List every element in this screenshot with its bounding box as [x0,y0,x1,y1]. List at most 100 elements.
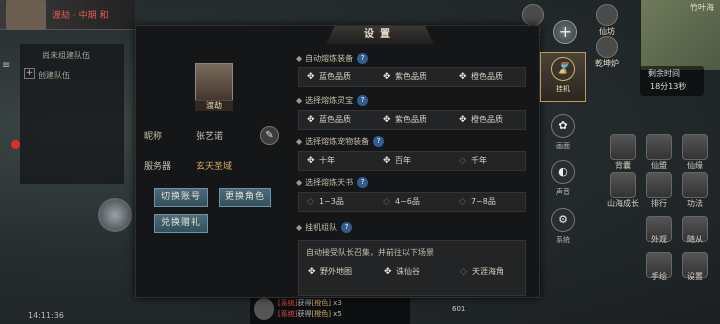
option-label: 橙色品质 [471,72,503,81]
map-name: 竹叶海 [690,3,714,12]
option-orange[interactable]: ✥ 橙色品质 [459,71,503,82]
option-label: 1~3品 [319,197,344,206]
bag-icon[interactable] [610,134,636,160]
skill-icon[interactable] [682,172,708,198]
top-icon-3[interactable]: 乾坤炉 [592,36,622,69]
minimap[interactable]: 竹叶海 [640,0,720,70]
checked-icon: ✥ [459,115,467,125]
option-grade-1-3[interactable]: ◇ 1~3品 [307,196,344,207]
player-avatar[interactable] [6,0,46,30]
switch-role-button[interactable]: 更换角色 [219,188,271,207]
furnace-icon [596,36,618,58]
pencil-icon: ✎ [265,130,274,141]
option-label: 千年 [471,156,487,165]
player-realm: 渡劫 · 中期 和 [52,11,109,21]
checked-icon: ✥ [308,267,316,277]
tab-afk[interactable]: ⌛ 挂机 [540,52,586,102]
option-orange[interactable]: ✥ 橙色品质 [459,114,503,125]
bullet-icon: ◆ [296,178,303,187]
nickname-value: 张艺诺 [196,132,224,142]
afk-hint: 自动接受队长召集，并前往以下场景 [306,248,434,257]
tab-system[interactable]: ⚙ 系统 [540,204,586,254]
help-icon[interactable]: ? [357,53,369,64]
gear-icon: ⚙ [551,208,575,232]
help-icon[interactable]: ? [357,95,369,106]
option-tianya[interactable]: ◇ 天涯海角 [460,266,504,277]
hourglass-icon: ⌛ [551,57,575,81]
option-label: 野外地图 [320,267,352,276]
option-label: 百年 [395,156,411,165]
chat-count: x5 [333,310,342,318]
player-bar[interactable]: 渡劫 · 中期 和 [0,0,135,30]
icon-label: 仙盟 [651,161,667,170]
plus-icon[interactable]: + [24,68,35,79]
section-title: 选择熔炼天书 [305,178,354,187]
chat-tag: [系统] [278,310,298,318]
option-zhuxian-valley[interactable]: ✥ 诛仙谷 [384,266,420,277]
joystick[interactable] [98,198,132,232]
icon-label: 背囊 [615,161,631,170]
top-icon-label: 仙坊 [599,27,615,36]
team-panel: 尚未组建队伍 + 创建队伍 [20,44,124,184]
tab-label: 声音 [556,188,570,196]
option-thousand-years[interactable]: ◇ 千年 [459,155,487,166]
level-readout: 601 [452,305,466,313]
option-purple[interactable]: ✥ 紫色品质 [383,71,427,82]
top-icon-2[interactable]: 仙坊 [592,4,622,37]
option-grade-7-8[interactable]: ◇ 7~8品 [459,196,496,207]
option-grade-4-6[interactable]: ◇ 4~6品 [383,196,420,207]
section-smelt-book: ◆ 选择熔炼天书? [296,177,369,188]
option-label: 橙色品质 [471,115,503,124]
guild-icon[interactable] [646,134,672,160]
chat-feed[interactable]: [系统]获得[橙色] x3 [系统]获得[橙色] x5 [250,296,410,324]
chat-tag: [系统] [278,299,298,307]
chat-verb: 获得 [297,299,312,307]
unchecked-icon: ◇ [459,156,466,166]
option-blue[interactable]: ✥ 蓝色品质 [307,114,351,125]
fate-icon[interactable] [682,134,708,160]
checked-icon: ✥ [383,72,391,82]
nickname-label: 昵称 [144,132,163,142]
checked-icon: ✥ [307,115,315,125]
character-portrait [195,63,233,101]
option-label: 紫色品质 [395,72,427,81]
help-icon[interactable]: ? [357,177,369,188]
icon-label: 外观 [651,235,667,244]
option-row: ✥ 蓝色品质 ✥ 紫色品质 ✥ 橙色品质 [298,67,526,87]
option-label: 天涯海角 [472,267,504,276]
checked-icon: ✥ [383,156,391,166]
option-ten-years[interactable]: ✥ 十年 [307,155,335,166]
chat-item: [橙色] [311,310,331,318]
edit-nickname-button[interactable]: ✎ [260,126,279,145]
option-label: 紫色品质 [395,115,427,124]
close-icon: + [558,22,573,42]
icon-label: 排行 [651,199,667,208]
timer-title: 剩余时间 [648,69,680,78]
tab-display[interactable]: ✿ 画面 [540,110,586,160]
bullet-icon: ◆ [296,96,303,105]
ear-icon: ◐ [551,160,575,184]
icon-label: 随从 [687,235,703,244]
checked-icon: ✥ [384,267,392,277]
create-team-link[interactable]: 创建队伍 [38,70,70,81]
redeem-gift-button[interactable]: 兑换赠礼 [154,214,208,233]
help-icon[interactable]: ? [341,222,353,233]
tab-sound[interactable]: ◐ 声音 [540,156,586,206]
option-hundred-years[interactable]: ✥ 百年 [383,155,411,166]
character-realm: 渡劫 [195,100,233,111]
help-icon[interactable]: ? [373,136,385,147]
option-purple[interactable]: ✥ 紫色品质 [383,114,427,125]
growth-icon[interactable] [610,172,636,198]
display-icon: ✿ [551,114,575,138]
tab-label: 系统 [556,236,570,244]
option-blue[interactable]: ✥ 蓝色品质 [307,71,351,82]
switch-account-button[interactable]: 切换账号 [154,188,208,207]
side-menu-icon[interactable]: ≡ [2,60,10,71]
option-label: 7~8品 [471,197,496,206]
option-wild-map[interactable]: ✥ 野外地图 [308,266,352,277]
section-title: 自动熔炼装备 [305,54,354,63]
chat-avatar [254,298,274,320]
option-row: ✥ 十年 ✥ 百年 ◇ 千年 [298,151,526,171]
tab-label: 挂机 [556,85,570,93]
ranking-icon[interactable] [646,172,672,198]
